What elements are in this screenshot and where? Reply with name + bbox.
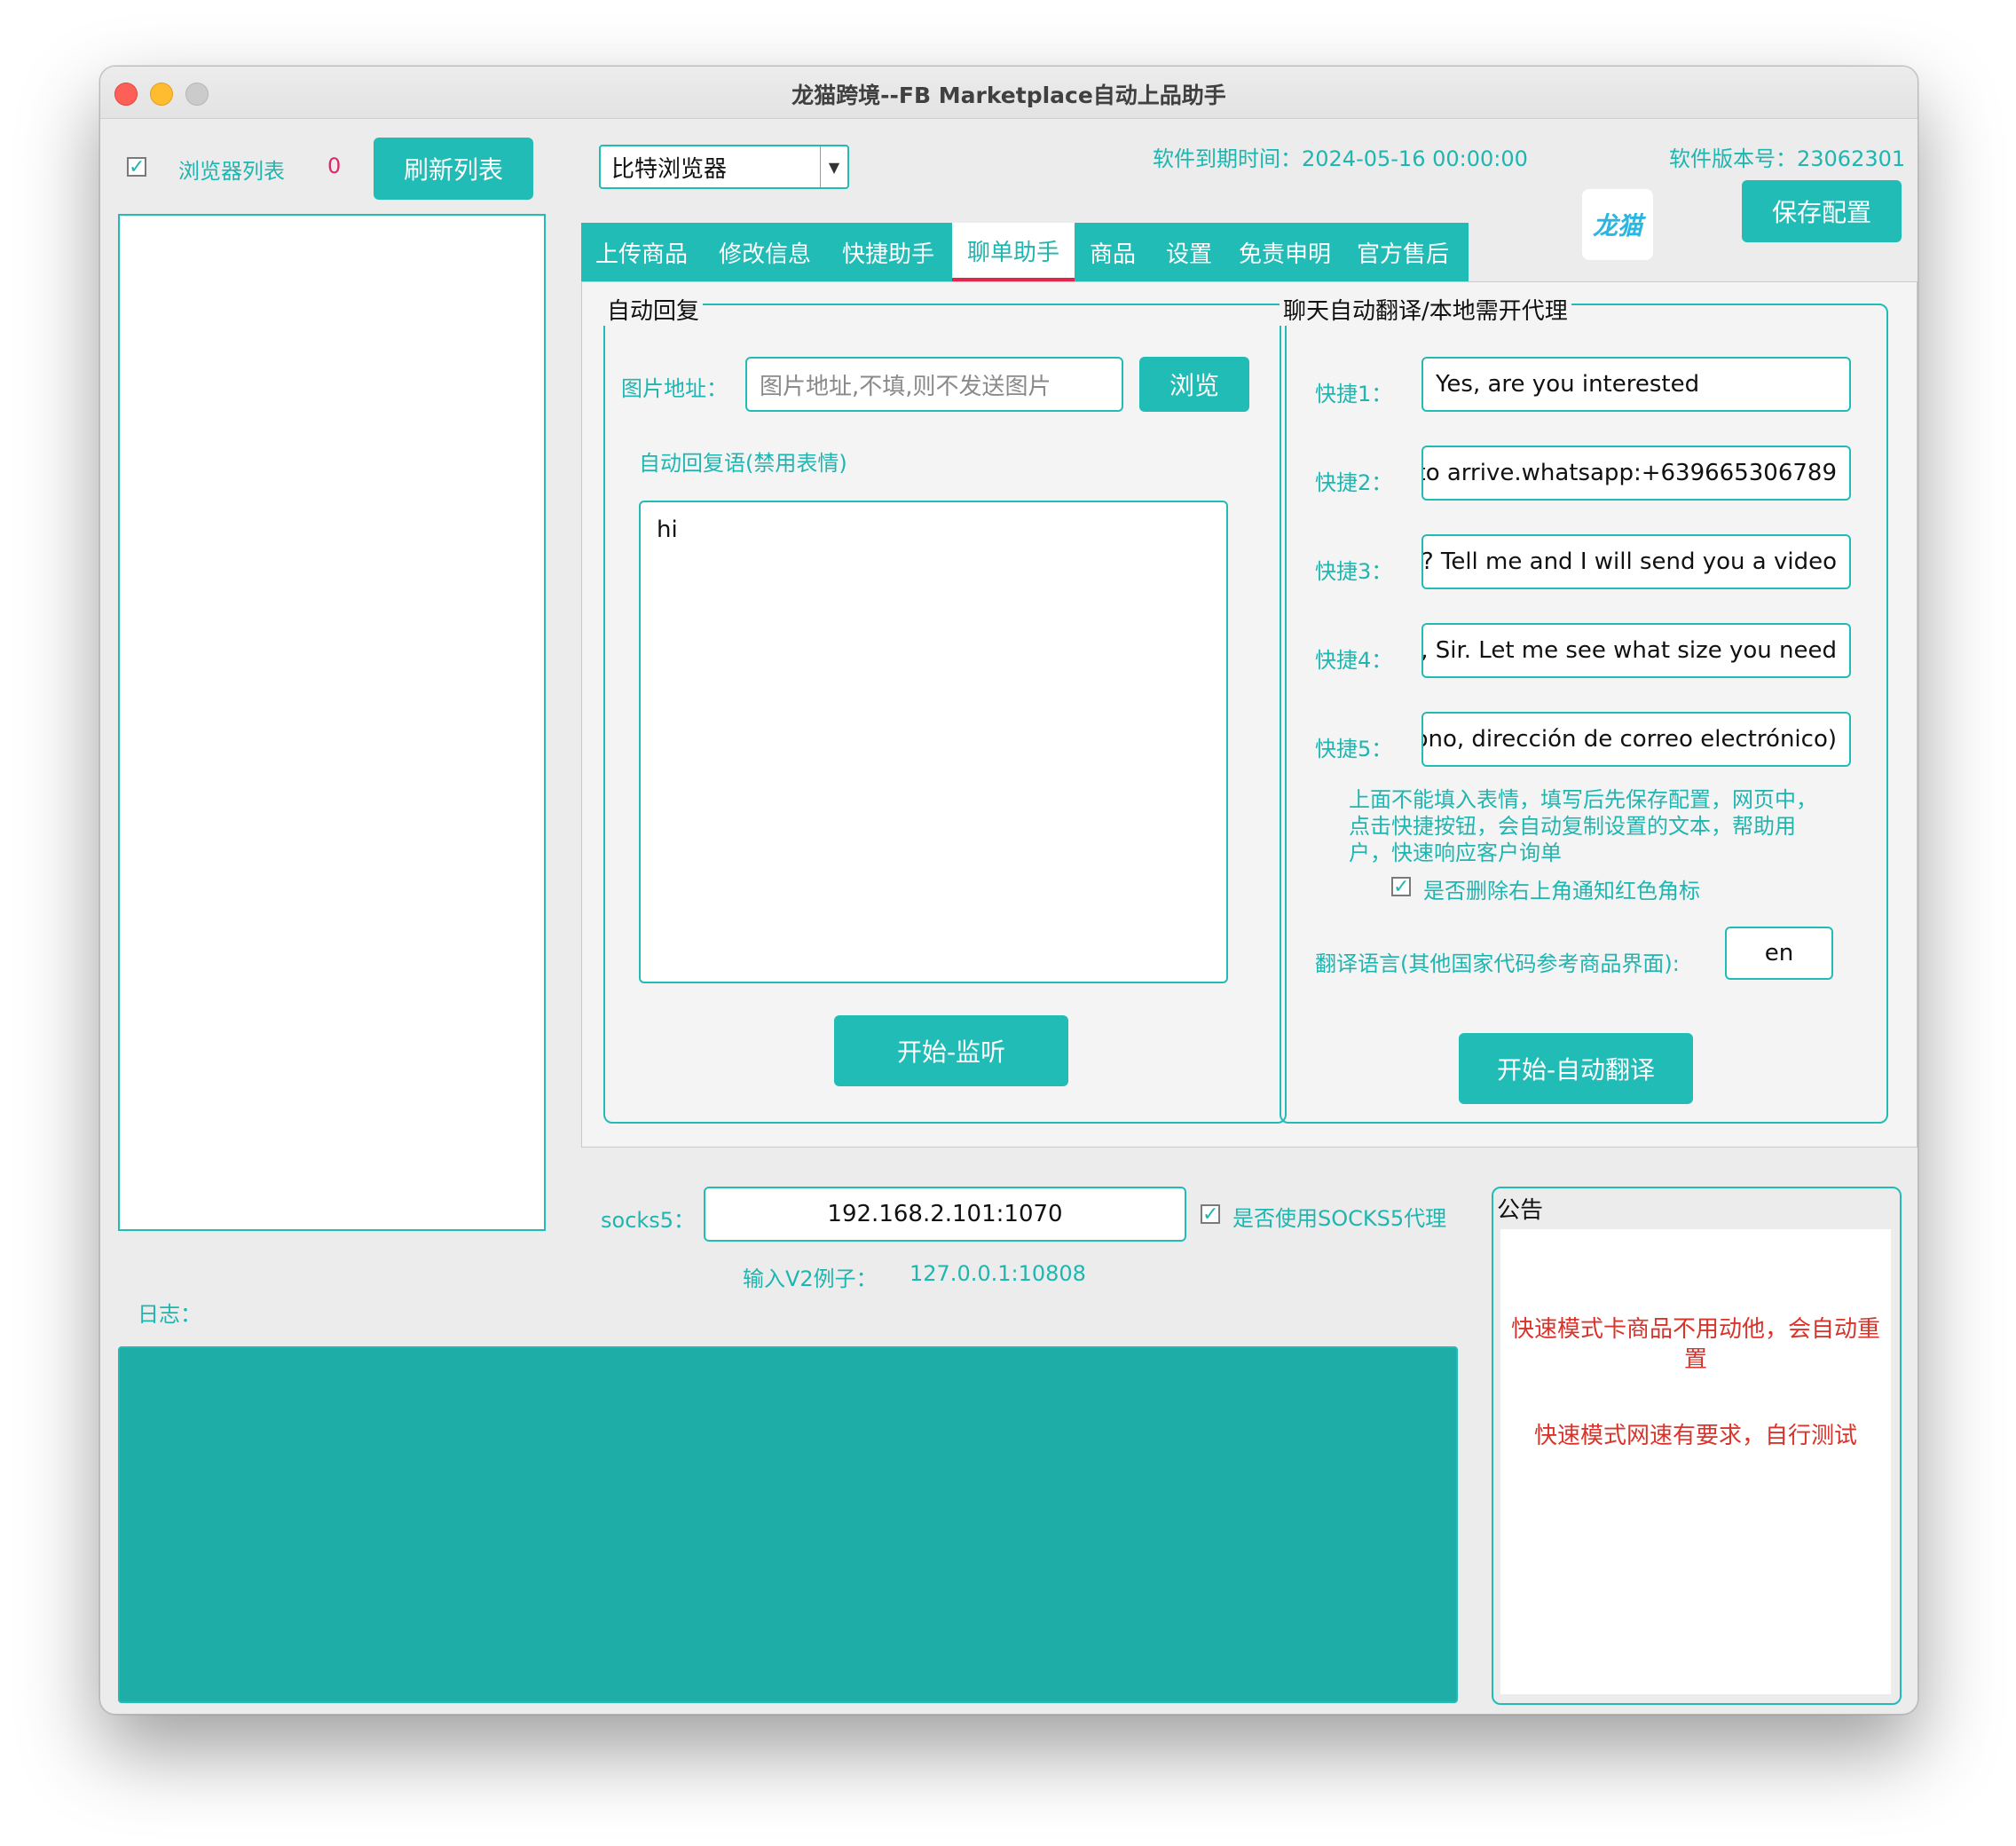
tab-settings[interactable]: 设置 xyxy=(1151,223,1227,281)
expire-time: 软件到期时间：2024-05-16 00:00:00 xyxy=(1153,146,1528,171)
check-icon: ✓ xyxy=(1202,1203,1219,1226)
notice-line-2: 置 xyxy=(1683,1346,1707,1373)
auto-reply-title: 自动回复 xyxy=(603,293,704,326)
notice-line-1: 快速模式卡商品不用动他，会自动重 xyxy=(1510,1316,1880,1343)
browser-select[interactable]: 比特浏览器 ▼ xyxy=(599,145,849,189)
browser-list-label: 浏览器列表 xyxy=(178,159,285,184)
browse-button[interactable]: 浏览 xyxy=(1139,357,1249,412)
browser-list[interactable] xyxy=(118,214,546,1231)
notice-body: 快速模式卡商品不用动他，会自动重 置 快速模式网速有要求，自行测试 xyxy=(1500,1229,1891,1694)
shortcut-hint-line-2: 点击快捷按钮，会自动复制设置的文本，帮助用 xyxy=(1349,814,1796,839)
check-icon: ✓ xyxy=(1393,876,1410,898)
translate-title: 聊天自动翻译/本地需开代理 xyxy=(1280,293,1571,326)
log-area[interactable] xyxy=(118,1346,1458,1703)
use-socks5-checkbox[interactable]: ✓ xyxy=(1201,1203,1220,1226)
socks5-value: 192.168.2.101:1070 xyxy=(827,1201,1063,1227)
notice-panel: 公告 快速模式卡商品不用动他，会自动重 置 快速模式网速有要求，自行测试 xyxy=(1492,1187,1902,1705)
log-label: 日志： xyxy=(138,1302,201,1327)
browser-select-value: 比特浏览器 xyxy=(611,155,728,183)
logo: 龙猫 xyxy=(1582,189,1653,260)
shortcut-3-label: 快捷3： xyxy=(1315,559,1393,584)
image-path-label: 图片地址： xyxy=(621,376,728,401)
translate-language-label: 翻译语言(其他国家代码参考商品界面): xyxy=(1315,951,1680,976)
v2-example-value: 127.0.0.1:10808 xyxy=(910,1261,1086,1286)
shortcut-1-label: 快捷1： xyxy=(1315,382,1393,406)
chat-helper-panel: 自动回复 图片地址： 图片地址,不填,则不发送图片 浏览 自动回复语(禁用表情)… xyxy=(581,281,1918,1148)
delete-badge-label: 是否删除右上角通知红色角标 xyxy=(1423,879,1700,903)
image-path-input[interactable]: 图片地址,不填,则不发送图片 xyxy=(745,357,1123,412)
shortcut-2-label: 快捷2： xyxy=(1315,470,1393,495)
shortcut-hint-line-1: 上面不能填入表情，填写后先保存配置，网页中， xyxy=(1349,787,1817,812)
socks5-label: socks5： xyxy=(601,1208,696,1233)
tab-shortcut-helper[interactable]: 快捷助手 xyxy=(826,223,950,281)
image-path-placeholder: 图片地址,不填,则不发送图片 xyxy=(760,373,1051,400)
browser-count: 0 xyxy=(327,154,342,178)
chevron-down-icon[interactable]: ▼ xyxy=(820,146,847,187)
browser-list-checkbox[interactable]: ✓ xyxy=(127,156,146,178)
shortcut-4-input[interactable]: nt, Sir. Let me see what size you need xyxy=(1421,623,1851,678)
shortcut-hint: 上面不能填入表情，填写后先保存配置，网页中， 点击快捷按钮，会自动复制设置的文本… xyxy=(1349,786,1817,866)
tab-products[interactable]: 商品 xyxy=(1075,223,1151,281)
translate-language-value: en xyxy=(1764,940,1794,966)
shortcut-1-input[interactable]: Yes, are you interested xyxy=(1421,357,1851,412)
version-number: 软件版本号：23062301 xyxy=(1669,146,1906,171)
tab-edit-info[interactable]: 修改信息 xyxy=(704,223,826,281)
shortcut-5-label: 快捷5： xyxy=(1315,737,1393,761)
save-config-button[interactable]: 保存配置 xyxy=(1742,180,1902,242)
use-socks5-label: 是否使用SOCKS5代理 xyxy=(1232,1206,1447,1231)
auto-reply-textarea[interactable]: hi xyxy=(639,501,1228,983)
check-icon: ✓ xyxy=(129,156,146,178)
shortcut-1-value: Yes, are you interested xyxy=(1436,371,1700,398)
shortcut-2-input[interactable]: ; to arrive.whatsapp:+639665306789 xyxy=(1421,446,1851,501)
refresh-list-button[interactable]: 刷新列表 xyxy=(374,138,533,200)
tab-chat-helper[interactable]: 聊单助手 xyxy=(952,223,1075,281)
start-translate-button[interactable]: 开始-自动翻译 xyxy=(1459,1033,1693,1104)
v2-example-label: 输入V2例子： xyxy=(743,1266,878,1291)
shortcut-3-input[interactable]: ke? Tell me and I will send you a video xyxy=(1421,534,1851,589)
notice-line-3: 快速模式网速有要求，自行测试 xyxy=(1533,1423,1857,1449)
translate-language-input[interactable]: en xyxy=(1725,927,1833,980)
auto-reply-text: hi xyxy=(657,517,678,543)
socks5-input[interactable]: 192.168.2.101:1070 xyxy=(704,1187,1186,1242)
tab-disclaimer[interactable]: 免责申明 xyxy=(1227,223,1343,281)
shortcut-4-label: 快捷4： xyxy=(1315,648,1393,673)
delete-badge-checkbox[interactable]: ✓ xyxy=(1391,876,1411,898)
tab-upload[interactable]: 上传商品 xyxy=(581,223,702,281)
shortcut-hint-line-3: 户，快速响应客户询单 xyxy=(1349,840,1562,865)
start-listen-button[interactable]: 开始-监听 xyxy=(834,1015,1068,1086)
logo-text: 龙猫 xyxy=(1592,211,1642,241)
shortcut-5-input[interactable]: fono, dirección de correo electrónico) xyxy=(1421,712,1851,767)
notice-title: 公告 xyxy=(1497,1197,1544,1224)
title-bar: 龙猫跨境--FB Marketplace自动上品助手 xyxy=(100,67,1918,119)
shortcut-5-value: fono, dirección de correo electrónico) xyxy=(1421,726,1837,753)
app-window: 龙猫跨境--FB Marketplace自动上品助手 ✓ 浏览器列表 0 刷新列… xyxy=(99,66,1918,1715)
shortcut-2-value: ; to arrive.whatsapp:+639665306789 xyxy=(1421,460,1837,486)
auto-reply-text-label: 自动回复语(禁用表情) xyxy=(639,451,847,476)
tab-bar: 上传商品 修改信息 快捷助手 聊单助手 商品 设置 免责申明 官方售后 xyxy=(581,223,1469,281)
shortcut-3-value: ke? Tell me and I will send you a video xyxy=(1421,548,1837,575)
window-title: 龙猫跨境--FB Marketplace自动上品助手 xyxy=(791,83,1226,108)
tab-after-sales[interactable]: 官方售后 xyxy=(1343,223,1463,281)
shortcut-4-value: nt, Sir. Let me see what size you need xyxy=(1421,637,1837,664)
